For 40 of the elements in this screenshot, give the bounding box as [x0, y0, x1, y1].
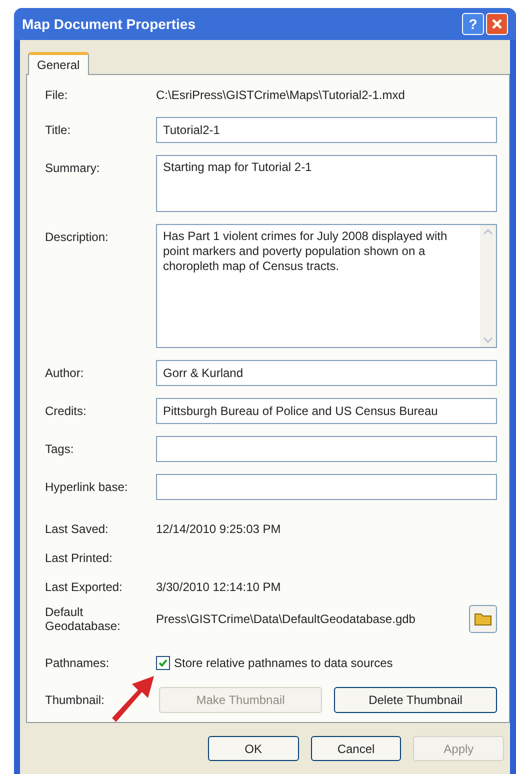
field-label: Default Geodatabase: [45, 605, 122, 633]
field-label: Tags: [45, 442, 75, 456]
field-value: 12/14/2010 9:25:03 PM [156, 521, 282, 538]
checkbox-label: Store relative pathnames to data sources [174, 655, 393, 672]
input-field[interactable]: Starting map for Tutorial 2-1 [156, 155, 497, 212]
field-label: Hyperlink base: [45, 480, 129, 494]
field-label: Pathnames: [45, 656, 110, 670]
thumbnail-button[interactable]: Delete Thumbnail [334, 687, 497, 713]
input-field[interactable]: Has Part 1 violent crimes for July 2008 displayed with point markers and poverty population shown on a choropleth map of Census tracts. [156, 224, 497, 348]
dialog-button[interactable]: OK [208, 736, 299, 761]
checkbox[interactable] [156, 656, 170, 670]
help-button[interactable]: ? [462, 13, 484, 35]
field-label: Last Exported: [45, 580, 124, 594]
field-label: Last Saved: [45, 522, 110, 536]
tab[interactable]: General [28, 52, 89, 75]
field-label: Author: [45, 366, 85, 380]
input-field[interactable]: Gorr & Kurland [156, 360, 497, 386]
dialog-button[interactable]: Cancel [310, 736, 402, 761]
scrollbar[interactable] [480, 225, 496, 347]
field-label: Title: [45, 123, 72, 137]
field-label: Last Printed: [45, 551, 114, 565]
field-label: Thumbnail: [45, 693, 106, 707]
input-field[interactable]: Tutorial2-1 [156, 117, 497, 143]
folder-button[interactable] [469, 605, 497, 633]
field-label: Summary: [45, 160, 101, 177]
window-title: Map Document Properties [22, 14, 196, 34]
scroll-down-icon[interactable] [483, 337, 493, 343]
scroll-up-icon[interactable] [483, 229, 493, 235]
field-value: Press\GISTCrime\Data\DefaultGeodatabase.gdb [156, 611, 416, 628]
folder-icon [474, 612, 492, 626]
close-icon [491, 18, 503, 30]
field-label: Description: [45, 229, 110, 246]
close-button[interactable] [486, 13, 508, 35]
field-label: Credits: [45, 404, 88, 418]
input-field[interactable] [156, 474, 497, 500]
field-label: File: [45, 88, 69, 102]
field-value: 3/30/2010 12:14:10 PM [156, 579, 282, 596]
field-value: C:\EsriPress\GISTCrime\Maps\Tutorial2-1.mxd [156, 87, 406, 104]
input-field[interactable] [156, 436, 497, 462]
input-field[interactable]: Pittsburgh Bureau of Police and US Census Bureau [156, 398, 497, 424]
